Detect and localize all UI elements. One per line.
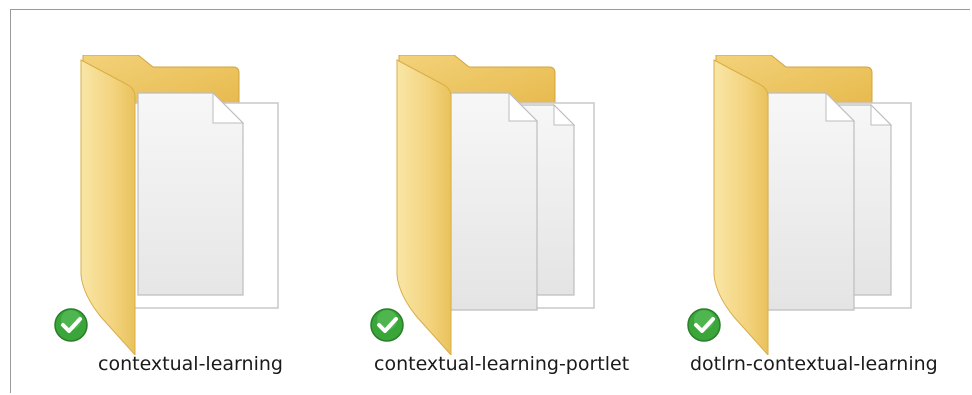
sync-check-icon bbox=[54, 308, 88, 342]
folder-item-contextual-learning[interactable]: contextual-learning bbox=[43, 55, 333, 385]
folder-label: contextual-learning-portlet bbox=[374, 353, 630, 375]
folder-item-dotlrn-contextual-learning[interactable]: dotlrn-contextual-learning bbox=[676, 55, 966, 385]
sync-check-icon bbox=[687, 308, 721, 342]
sync-check-icon bbox=[370, 308, 404, 342]
folder-label: dotlrn-contextual-learning bbox=[690, 353, 938, 375]
folder-item-contextual-learning-portlet[interactable]: contextual-learning-portlet bbox=[359, 55, 649, 385]
explorer-view: contextual-learning contextual-learning-… bbox=[10, 9, 970, 393]
folder-label: contextual-learning bbox=[98, 353, 283, 375]
